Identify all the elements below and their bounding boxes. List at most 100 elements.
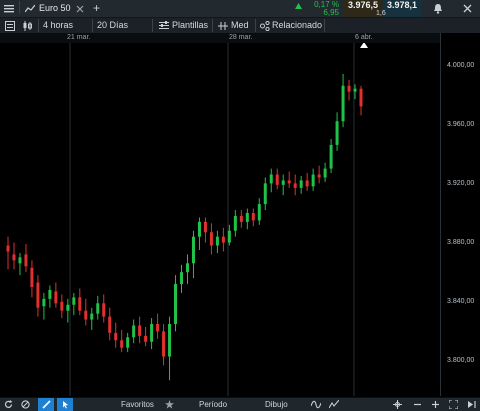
- candle-down[interactable]: [144, 335, 148, 342]
- candle-up[interactable]: [48, 289, 52, 299]
- candle-down[interactable]: [347, 85, 351, 92]
- candle-down[interactable]: [30, 267, 34, 287]
- candle-down[interactable]: [275, 174, 279, 185]
- scroll-end-icon[interactable]: [466, 399, 477, 410]
- candle-down[interactable]: [251, 213, 255, 221]
- drawing-button[interactable]: Dibujo: [265, 398, 288, 411]
- no-drawing-icon[interactable]: [20, 399, 31, 410]
- candle-down[interactable]: [138, 325, 142, 336]
- candle-down[interactable]: [36, 282, 40, 308]
- candle-up[interactable]: [329, 144, 333, 169]
- candle-up[interactable]: [180, 272, 184, 285]
- candle-down[interactable]: [209, 232, 213, 246]
- candle-up[interactable]: [96, 303, 100, 314]
- top-bar: Euro 50 + 0,17 % 6,95 3.976,5 3.978,1 1,…: [0, 0, 480, 18]
- templates-button[interactable]: Plantillas: [172, 18, 208, 33]
- crosshair-icon[interactable]: [392, 399, 403, 410]
- candle-up[interactable]: [281, 180, 285, 185]
- candle-down[interactable]: [84, 310, 88, 320]
- candle-up[interactable]: [257, 204, 261, 221]
- candle-down[interactable]: [221, 236, 225, 243]
- interval-select[interactable]: 4 horas: [43, 18, 73, 33]
- candle-down[interactable]: [203, 221, 207, 233]
- candle-down[interactable]: [108, 316, 112, 333]
- candle-down[interactable]: [359, 88, 363, 107]
- spread-value: 1,6: [376, 10, 386, 17]
- candle-down[interactable]: [293, 183, 297, 188]
- star-icon[interactable]: [164, 399, 175, 410]
- candle-down[interactable]: [78, 297, 82, 311]
- candle-up[interactable]: [227, 230, 231, 243]
- chart-type-icon[interactable]: [22, 20, 33, 31]
- candle-up[interactable]: [191, 236, 195, 264]
- candle-up[interactable]: [299, 180, 303, 188]
- candle-up[interactable]: [18, 257, 22, 264]
- price-type-select[interactable]: Med: [231, 18, 249, 33]
- candle-down[interactable]: [60, 301, 64, 311]
- candle-up[interactable]: [197, 221, 201, 237]
- candle-down[interactable]: [6, 245, 10, 252]
- close-tab-icon[interactable]: [74, 3, 85, 14]
- candle-down[interactable]: [317, 174, 321, 178]
- studies-icon[interactable]: [328, 399, 339, 410]
- menu-icon[interactable]: [3, 3, 14, 14]
- candle-down[interactable]: [12, 254, 16, 261]
- candle-up[interactable]: [263, 183, 267, 205]
- candle-down[interactable]: [54, 291, 58, 304]
- candle-up[interactable]: [174, 284, 178, 324]
- candle-up[interactable]: [215, 236, 219, 246]
- candle-up[interactable]: [311, 174, 315, 187]
- candle-up[interactable]: [323, 168, 327, 178]
- cursor-icon[interactable]: [57, 398, 73, 411]
- candle-down[interactable]: [24, 254, 28, 267]
- candle-down[interactable]: [239, 215, 243, 222]
- favorites-button[interactable]: Favoritos: [121, 398, 154, 411]
- candle-down[interactable]: [156, 324, 160, 332]
- templates-icon: [158, 20, 169, 31]
- period-button[interactable]: Período: [199, 398, 227, 411]
- candle-down[interactable]: [162, 331, 166, 357]
- zoom-out-icon[interactable]: [412, 399, 423, 410]
- candle-up[interactable]: [335, 121, 339, 145]
- time-axis: 21 mar. 28 mar. 6 abr.: [0, 33, 440, 43]
- candle-up[interactable]: [168, 324, 172, 357]
- price-type-icon: [217, 20, 228, 31]
- candle-down[interactable]: [114, 332, 118, 341]
- candle-up[interactable]: [341, 85, 345, 122]
- candle-up[interactable]: [42, 298, 46, 307]
- candle-down[interactable]: [120, 340, 124, 348]
- related-button[interactable]: Relacionado: [272, 18, 322, 33]
- candle-up[interactable]: [269, 174, 273, 184]
- close-window-icon[interactable]: [462, 3, 473, 14]
- candle-down[interactable]: [305, 180, 309, 187]
- zoom-in-icon[interactable]: [430, 399, 441, 410]
- candle-up[interactable]: [132, 325, 136, 338]
- price-axis[interactable]: 4.000,00 3.960,00 3.920,00 3.880,00 3.84…: [440, 33, 480, 396]
- candle-up[interactable]: [126, 337, 130, 348]
- candle-up[interactable]: [353, 88, 357, 92]
- refresh-icon[interactable]: [3, 399, 14, 410]
- candle-up[interactable]: [245, 213, 249, 222]
- candle-up[interactable]: [66, 304, 70, 311]
- candle-up[interactable]: [185, 263, 189, 273]
- now-marker-icon: [360, 43, 368, 48]
- candle-down[interactable]: [102, 303, 106, 317]
- price-label-3960: 3.960,00: [447, 121, 475, 128]
- ask-box[interactable]: 3.978,1: [383, 0, 421, 17]
- chart-toolbar: 4 horas 20 Días Plantillas Med Relaciona…: [0, 18, 480, 34]
- candle-up[interactable]: [150, 324, 154, 342]
- candlestick-chart[interactable]: [0, 43, 440, 396]
- fit-icon[interactable]: [448, 399, 459, 410]
- range-select[interactable]: 20 Días: [97, 18, 128, 33]
- pencil-icon[interactable]: [38, 398, 54, 411]
- candle-down[interactable]: [287, 180, 291, 184]
- candle-up[interactable]: [90, 313, 94, 320]
- add-tab-button[interactable]: +: [93, 0, 100, 17]
- indicator-icon[interactable]: [310, 399, 321, 410]
- candle-up[interactable]: [72, 297, 76, 305]
- candle-up[interactable]: [233, 215, 237, 231]
- price-chart[interactable]: [0, 43, 440, 396]
- chart-list-icon[interactable]: [4, 20, 15, 31]
- instrument-tab[interactable]: Euro 50: [39, 0, 71, 17]
- bell-icon[interactable]: [432, 3, 443, 14]
